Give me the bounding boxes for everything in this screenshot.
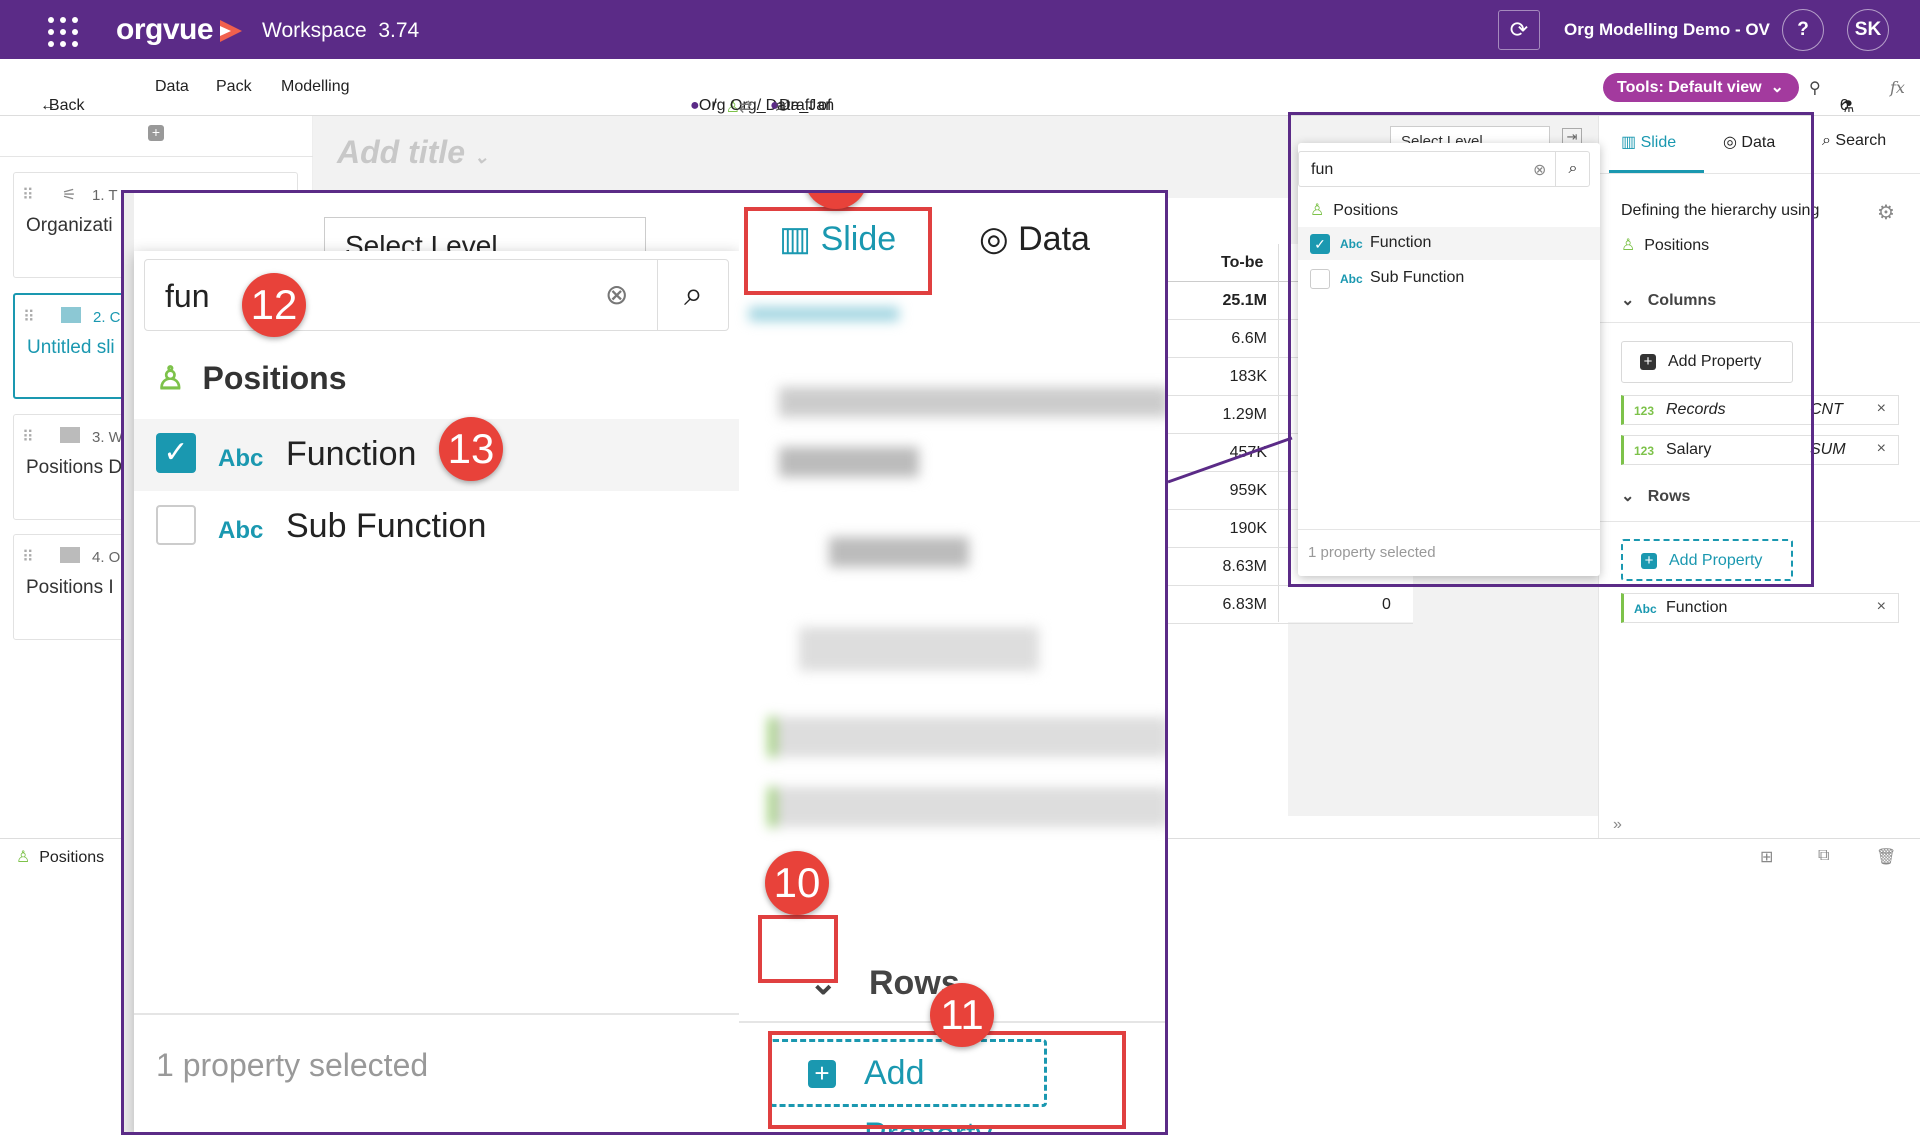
divider [134, 1013, 739, 1015]
blur-block [769, 787, 1165, 827]
blur-block [779, 387, 1165, 417]
add-icon[interactable]: ⊞ [1760, 847, 1773, 867]
callout-badge-11: 11 [930, 983, 994, 1047]
checkbox-unchecked[interactable] [156, 505, 196, 545]
blur-block [769, 717, 1165, 757]
breadcrumb-separator: / [756, 97, 762, 114]
group-header-zoom: ♙ Positions [156, 360, 347, 396]
back-link[interactable]: ← Back [40, 78, 84, 114]
blur-block [779, 447, 919, 477]
add-slide-icon[interactable]: + [148, 125, 164, 141]
blur-block [799, 627, 1039, 671]
orgvue-logo-mark-icon [220, 20, 242, 42]
checkbox-checked[interactable]: ✓ [156, 433, 196, 473]
property-picker-zoom: fun ⊗ ⌕ ♙ Positions ✓ Abc Function Abc S… [134, 251, 739, 1132]
switch-icon[interactable]: ⇄ [739, 97, 752, 117]
bottom-dataset-label: ♙ Positions [16, 849, 105, 866]
slide-title-input[interactable]: Add title ⌄ [337, 134, 489, 171]
positions-chair-icon: ♙ [156, 360, 185, 396]
search-field-zoom[interactable]: fun ⊗ ⌕ [144, 259, 729, 331]
breadcrumb: ● Org Summary / ♙ Org_Data_Jan ⇄ / ● ≋ D… [690, 78, 883, 132]
column-header-to-be[interactable]: To-be [1221, 254, 1263, 272]
blur-block [829, 537, 969, 567]
duplicate-icon[interactable]: ⧉ [1818, 847, 1829, 865]
app-launcher-icon[interactable] [48, 17, 78, 47]
dataset-name[interactable]: Org Modelling Demo - OV [1564, 20, 1770, 40]
drag-handle-icon[interactable]: ⠿ [22, 547, 34, 567]
slide-number: 2. C [93, 309, 121, 326]
menu-pack[interactable]: Pack [216, 78, 252, 96]
highlight-slide-tab [744, 207, 932, 295]
search-icon: ⌕ [1822, 132, 1831, 149]
slide-thumbnail-icon [60, 547, 80, 563]
blur-block [749, 307, 899, 321]
tools-view-dropdown[interactable]: Tools: Default view ⌄ [1603, 73, 1799, 102]
drag-handle-icon[interactable]: ⠿ [23, 307, 35, 327]
chevron-down-icon: ⌄ [473, 147, 489, 167]
menu-data[interactable]: Data [155, 78, 189, 96]
close-icon[interactable]: × [1877, 440, 1886, 458]
callout-badge-10: 10 [765, 851, 829, 915]
data-circle-icon: ◎ [979, 220, 1009, 258]
menu-modelling[interactable]: Modelling [281, 78, 349, 96]
slide-name: Positions I [26, 577, 114, 598]
drag-handle-icon[interactable]: ⠿ [22, 185, 34, 205]
top-bar: orgvue Workspace 3.74 ⟳ Org Modelling De… [0, 0, 1920, 59]
slide-thumbnail-icon [60, 427, 80, 443]
slide-name: Organizati [26, 215, 113, 236]
tab-search[interactable]: ⌕ Search [1822, 132, 1886, 150]
sync-button[interactable]: ⟳ [1498, 10, 1540, 50]
option-function-zoom[interactable]: ✓ Abc Function [134, 419, 739, 491]
gear-icon[interactable]: ⚙ [1877, 200, 1895, 225]
slide-name: Positions D [26, 457, 123, 478]
selection-status-zoom: 1 property selected [156, 1047, 429, 1083]
pin-icon[interactable]: ⚲ [1809, 78, 1821, 98]
formula-button[interactable]: fx [1890, 78, 1905, 97]
version-label: 3.74 [378, 19, 420, 42]
trash-icon[interactable]: 🗑 [1876, 847, 1896, 867]
breadcrumb-separator: / [712, 97, 717, 114]
slide-number: 1. T [92, 187, 118, 204]
slide-number: 3. W [92, 429, 123, 446]
positions-chair-icon: ♙ [16, 849, 31, 866]
slide-name: Untitled sli [27, 337, 115, 358]
expand-panel-icon[interactable]: » [1613, 816, 1622, 834]
close-icon[interactable]: × [1877, 598, 1886, 616]
chevron-down-icon: ⌄ [1770, 79, 1784, 96]
table-row: 6.83M 0 [1168, 586, 1413, 624]
zoom-callout: Select Level fun ⊗ ⌕ ♙ Positions ✓ Abc F… [121, 190, 1168, 1135]
slide-number: 4. O [92, 549, 121, 566]
orgvue-logo: orgvue [116, 13, 214, 46]
search-icon[interactable]: ⌕ [657, 260, 729, 330]
connector-line [1167, 436, 1293, 484]
callout-badge-13: 13 [439, 417, 503, 481]
clear-icon[interactable]: ⊗ [605, 278, 628, 311]
highlight-frame [1288, 112, 1814, 587]
workspace-label: Workspace [262, 19, 367, 42]
hierarchy-icon: ⚟ [62, 187, 77, 204]
highlight-add-property [768, 1031, 1126, 1129]
divider [0, 156, 313, 157]
zoom-edge [124, 193, 134, 1132]
row-chip-function[interactable]: Abc Function × [1621, 593, 1899, 623]
drag-handle-icon[interactable]: ⠿ [22, 427, 34, 447]
highlight-rows-toggle [758, 915, 838, 983]
option-sub-function-zoom[interactable]: Abc Sub Function [134, 491, 739, 563]
tab-data-zoom[interactable]: ◎ Data [979, 219, 1090, 259]
help-button[interactable]: ? [1782, 9, 1824, 51]
table-thumbnail-icon [61, 307, 81, 323]
close-icon[interactable]: × [1877, 400, 1886, 418]
user-avatar[interactable]: SK [1847, 9, 1889, 51]
callout-badge-12: 12 [242, 273, 306, 337]
